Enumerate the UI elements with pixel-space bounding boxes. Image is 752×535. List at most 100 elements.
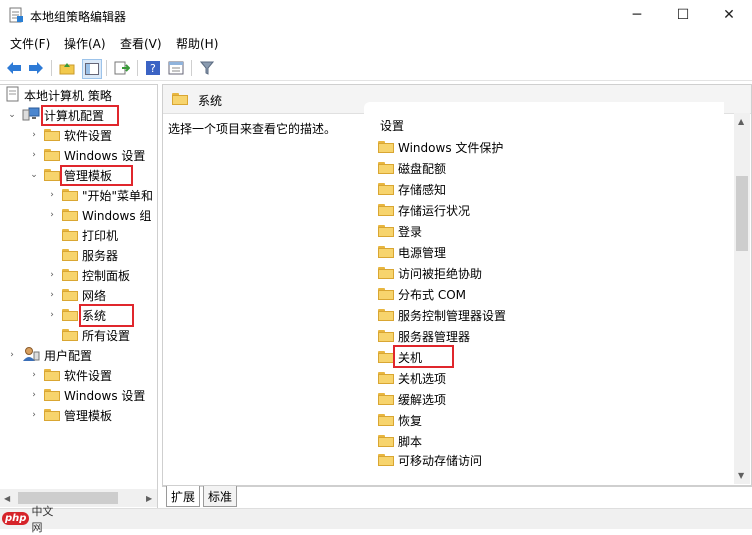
chevron-right-icon[interactable]: › [28,369,40,381]
folder-icon [62,249,78,261]
folder-icon [378,225,394,237]
list-item-label: 关机 [398,350,423,365]
computer-icon [22,106,40,125]
folder-icon [378,435,394,447]
tree-label: "开始"菜单和 [82,188,154,203]
tree-item-start-menu[interactable]: › "开始"菜单和 [46,185,153,205]
folder-icon [378,309,394,321]
scroll-up-icon[interactable]: ▲ [738,117,744,126]
tab-standard[interactable]: 标准 [203,486,238,507]
menu-file[interactable]: 文件(F) [10,35,50,52]
tree-item-network[interactable]: › 网络 [46,285,106,305]
maximize-button[interactable]: ☐ [660,0,706,30]
list-item[interactable]: 服务控制管理器设置 [378,305,506,325]
chevron-right-icon[interactable]: › [28,129,40,141]
list-item[interactable]: 可移动存储访问 [378,452,482,466]
chevron-right-icon[interactable]: › [6,349,18,361]
chevron-down-icon[interactable]: ⌄ [6,109,18,121]
chevron-right-icon[interactable]: › [28,149,40,161]
chevron-down-icon[interactable]: ⌄ [28,169,40,181]
list-item[interactable]: 磁盘配额 [378,158,446,178]
tab-extended[interactable]: 扩展 [166,486,201,507]
back-arrow-icon[interactable] [5,59,23,77]
help-icon[interactable]: ? [144,59,162,77]
list-item-label: 登录 [398,224,423,239]
menu-help[interactable]: 帮助(H) [176,35,218,52]
folder-icon [378,267,394,279]
forward-arrow-icon[interactable] [27,59,45,77]
tree-label: Windows 组 [82,208,152,223]
tree-root[interactable]: 本地计算机 策略 [6,85,112,105]
tree-item-all-settings[interactable]: 所有设置 [62,325,130,345]
list-item[interactable]: 存储运行状况 [378,200,470,220]
list-item[interactable]: 分布式 COM [378,284,466,304]
list-item[interactable]: 脚本 [378,431,422,451]
list-item-label: 可移动存储访问 [398,454,483,466]
tree-item-system[interactable]: › 系统 [46,305,106,325]
tree-item-cc-software[interactable]: › 软件设置 [28,125,112,145]
menu-view[interactable]: 查看(V) [120,35,162,52]
list-item[interactable]: 恢复 [378,410,422,430]
filter-icon[interactable] [198,59,216,77]
scroll-right-icon[interactable]: ▶ [146,494,152,503]
list-item-label: 磁盘配额 [398,161,447,176]
tree-label: 管理模板 [64,408,113,423]
chevron-right-icon[interactable]: › [46,189,58,201]
up-folder-icon[interactable] [58,59,76,77]
properties-icon[interactable] [167,59,185,77]
minimize-button[interactable]: ─ [614,0,660,30]
chevron-right-icon[interactable]: › [46,289,58,301]
details-header-title: 系统 [198,94,223,108]
chevron-right-icon[interactable]: › [28,409,40,421]
folder-icon [378,288,394,300]
folder-icon [62,189,78,201]
close-button[interactable]: ✕ [706,0,752,30]
settings-column-header[interactable]: 设置 [380,117,404,134]
tree-item-windows-components[interactable]: › Windows 组 [46,205,151,225]
list-item-label: 服务器管理器 [398,329,471,344]
tree-label: 计算机配置 [44,108,105,123]
list-item[interactable]: 访问被拒绝协助 [378,263,482,283]
tree-item-uc-software[interactable]: › 软件设置 [28,365,112,385]
tree-label: 网络 [82,288,107,303]
chevron-right-icon[interactable]: › [28,389,40,401]
watermark-logo: php [2,512,30,525]
tree-item-uc-windows[interactable]: › Windows 设置 [28,385,145,405]
toolbar: ? [0,56,752,81]
folder-icon [378,330,394,342]
chevron-right-icon[interactable]: › [46,209,58,221]
export-list-icon[interactable] [113,59,131,77]
list-item[interactable]: 登录 [378,221,422,241]
tree-item-user-config[interactable]: › 用户配置 [6,345,92,365]
tree-item-uc-admin[interactable]: › 管理模板 [28,405,112,425]
tree-item-servers[interactable]: 服务器 [62,245,118,265]
list-item-label: 分布式 COM [398,287,466,302]
show-tree-icon[interactable] [82,59,102,79]
settings-vertical-scrollbar[interactable] [734,113,750,484]
description-text: 选择一个项目来查看它的描述。 [168,122,337,136]
list-item[interactable]: 存储感知 [378,179,446,199]
list-item[interactable]: 缓解选项 [378,389,446,409]
list-item-label: 存储运行状况 [398,203,471,218]
list-item-shutdown[interactable]: 关机 [378,347,422,367]
scroll-down-icon[interactable]: ▼ [738,471,744,480]
tree-item-cc-admin[interactable]: ⌄ 管理模板 [28,165,112,185]
folder-icon [378,454,394,466]
list-item[interactable]: Windows 文件保护 [378,137,503,157]
scroll-left-icon[interactable]: ◀ [4,494,10,503]
toolbar-separator [106,60,107,76]
list-item[interactable]: 电源管理 [378,242,446,262]
tree-item-control-panel[interactable]: › 控制面板 [46,265,130,285]
tree-item-cc-windows[interactable]: › Windows 设置 [28,145,145,165]
tree-item-printers[interactable]: 打印机 [62,225,118,245]
settings-scroll-thumb[interactable] [736,176,748,251]
tree-item-computer-config[interactable]: ⌄ 计算机配置 [6,105,104,125]
folder-icon [378,393,394,405]
chevron-right-icon[interactable]: › [46,269,58,281]
menu-action[interactable]: 操作(A) [64,35,106,52]
list-item-label: 关机选项 [398,371,447,386]
chevron-right-icon[interactable]: › [46,309,58,321]
list-item[interactable]: 关机选项 [378,368,446,388]
list-item[interactable]: 服务器管理器 [378,326,470,346]
folder-icon [172,93,188,105]
